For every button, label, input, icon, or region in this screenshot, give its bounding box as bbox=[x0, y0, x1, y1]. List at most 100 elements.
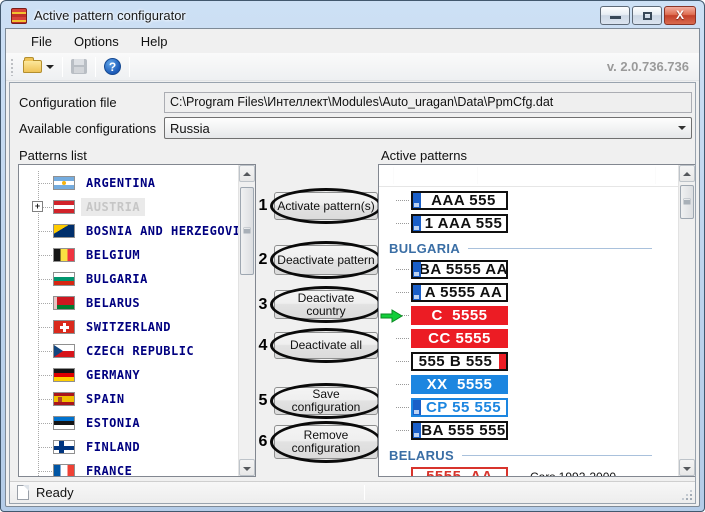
list-column-header[interactable] bbox=[379, 165, 678, 187]
license-plate-pattern[interactable]: 1 AAA 555 bbox=[411, 214, 508, 233]
scrollbar-thumb[interactable] bbox=[240, 187, 254, 275]
country-name: FRANCE bbox=[81, 462, 137, 476]
menu-file[interactable]: File bbox=[20, 31, 63, 52]
available-configurations-label: Available configurations bbox=[19, 121, 156, 136]
scrollbar-thumb[interactable] bbox=[680, 185, 694, 219]
close-icon: X bbox=[665, 7, 695, 24]
close-button[interactable]: X bbox=[664, 6, 696, 25]
window-title: Active pattern configurator bbox=[34, 8, 186, 23]
active-patterns-scrollbar[interactable] bbox=[678, 165, 695, 476]
tree-item-bulgaria[interactable]: BULGARIA bbox=[19, 267, 238, 291]
expand-icon[interactable]: + bbox=[32, 201, 43, 212]
patterns-tree-scrollbar[interactable] bbox=[238, 165, 255, 476]
client-area: FileOptionsHelp ? v. 2.0.736.736 Configu… bbox=[5, 28, 700, 507]
pattern-row-5555-aa[interactable]: 5555 AA Cars 1992-2000 bbox=[379, 467, 678, 476]
scroll-down-button[interactable] bbox=[679, 459, 695, 476]
scroll-down-button[interactable] bbox=[239, 459, 255, 476]
open-configuration-button[interactable] bbox=[20, 55, 57, 79]
license-plate-pattern[interactable]: 5555 AA bbox=[411, 467, 508, 476]
pattern-row-555-b-555[interactable]: 555 B 555 bbox=[379, 352, 678, 371]
tree-stub-line bbox=[396, 384, 409, 385]
arrow-down-icon bbox=[243, 467, 251, 471]
title-bar: Active pattern configurator X bbox=[5, 1, 700, 28]
save-icon bbox=[71, 59, 87, 74]
pattern-row-1-aaa-555[interactable]: 1 AAA 555 bbox=[379, 214, 678, 233]
active-patterns-label: Active patterns bbox=[381, 148, 467, 163]
tree-item-germany[interactable]: GERMANY bbox=[19, 363, 238, 387]
country-group-header-belarus[interactable]: BELARUS bbox=[389, 448, 652, 463]
tree-item-switzerland[interactable]: SWITZERLAND bbox=[19, 315, 238, 339]
pattern-row-a-5555-aa[interactable]: A 5555 AA bbox=[379, 283, 678, 302]
minimize-button[interactable] bbox=[600, 6, 630, 25]
tree-item-belgium[interactable]: BELGIUM bbox=[19, 243, 238, 267]
annotation-number-5: 5 bbox=[254, 392, 272, 410]
license-plate-pattern[interactable]: CP 55 555 bbox=[411, 398, 508, 417]
tree-item-bosnia-and-herzegovina[interactable]: BOSNIA AND HERZEGOVINA bbox=[19, 219, 238, 243]
country-name: ESTONIA bbox=[81, 414, 145, 432]
pattern-row-ba-5555-aa[interactable]: BA 5555 AA bbox=[379, 260, 678, 279]
license-plate-pattern[interactable]: BA 5555 AA bbox=[411, 260, 508, 279]
argentina-flag-icon bbox=[53, 176, 75, 190]
maximize-button[interactable] bbox=[632, 6, 662, 25]
status-document-icon bbox=[17, 485, 29, 500]
deactivate-all-button[interactable]: Deactivate all bbox=[274, 332, 378, 359]
column-separator bbox=[477, 167, 478, 184]
pattern-row-xx-5555[interactable]: XX 5555 bbox=[379, 375, 678, 394]
configuration-file-label: Configuration file bbox=[19, 95, 117, 110]
deactivate-pattern-button[interactable]: Deactivate pattern bbox=[274, 245, 378, 275]
column-separator bbox=[393, 167, 394, 184]
country-name: ARGENTINA bbox=[81, 174, 161, 192]
tree-item-austria[interactable]: +AUSTRIA bbox=[19, 195, 238, 219]
status-text: Ready bbox=[36, 485, 74, 500]
license-plate-pattern[interactable]: C 5555 bbox=[411, 306, 508, 325]
deactivate-country-button[interactable]: Deactivate country bbox=[274, 290, 378, 319]
license-plate-pattern[interactable]: A 5555 AA bbox=[411, 283, 508, 302]
tree-item-finland[interactable]: FINLAND bbox=[19, 435, 238, 459]
pattern-row-cp-55-555[interactable]: CP 55 555 bbox=[379, 398, 678, 417]
help-button[interactable]: ? bbox=[101, 55, 124, 79]
pattern-row-aaa-555[interactable]: AAA 555 bbox=[379, 191, 678, 210]
configuration-file-field[interactable]: C:\Program Files\Интеллект\Modules\Auto_… bbox=[164, 92, 692, 113]
country-name: BULGARIA bbox=[81, 270, 153, 288]
pattern-description: Cars 1992-2000 bbox=[530, 470, 616, 477]
pattern-row-cc-5555[interactable]: CC 5555 bbox=[379, 329, 678, 348]
country-group-header-bulgaria[interactable]: BULGARIA bbox=[389, 241, 652, 256]
country-group-name: BELARUS bbox=[389, 448, 454, 463]
tree-item-czech-republic[interactable]: CZECH REPUBLIC bbox=[19, 339, 238, 363]
tree-stub-line bbox=[396, 269, 409, 270]
remove-configuration-button[interactable]: Remove configuration bbox=[274, 425, 378, 459]
menu-options[interactable]: Options bbox=[63, 31, 130, 52]
tree-item-france[interactable]: FRANCE bbox=[19, 459, 238, 476]
tree-item-estonia[interactable]: ESTONIA bbox=[19, 411, 238, 435]
estonia-flag-icon bbox=[53, 416, 75, 430]
license-plate-pattern[interactable]: AAA 555 bbox=[411, 191, 508, 210]
arrow-up-icon bbox=[243, 172, 251, 176]
toolbar-separator bbox=[129, 57, 130, 77]
country-name: BOSNIA AND HERZEGOVINA bbox=[81, 222, 238, 240]
license-plate-pattern[interactable]: 555 B 555 bbox=[411, 352, 508, 371]
country-name: BELARUS bbox=[81, 294, 145, 312]
tree-item-argentina[interactable]: ARGENTINA bbox=[19, 171, 238, 195]
available-configurations-dropdown[interactable]: Russia bbox=[164, 117, 692, 139]
resize-grip-icon[interactable] bbox=[681, 489, 693, 501]
activate-pattern-s-button[interactable]: Activate pattern(s) bbox=[274, 192, 378, 220]
annotation-number-1: 1 bbox=[254, 197, 272, 215]
menu-help[interactable]: Help bbox=[130, 31, 179, 52]
pattern-row-ba-555-555[interactable]: BA 555 555 bbox=[379, 421, 678, 440]
selection-arrow-icon bbox=[380, 309, 404, 323]
save-button[interactable] bbox=[68, 55, 90, 79]
license-plate-pattern[interactable]: CC 5555 bbox=[411, 329, 508, 348]
license-plate-pattern[interactable]: BA 555 555 bbox=[411, 421, 508, 440]
tree-item-belarus[interactable]: BELARUS bbox=[19, 291, 238, 315]
license-plate-pattern[interactable]: XX 5555 bbox=[411, 375, 508, 394]
scroll-up-button[interactable] bbox=[679, 165, 695, 182]
pattern-row-c-5555[interactable]: C 5555 bbox=[379, 306, 678, 325]
toolbar-separator bbox=[95, 57, 96, 77]
scroll-up-button[interactable] bbox=[239, 165, 255, 182]
tree-item-spain[interactable]: SPAIN bbox=[19, 387, 238, 411]
status-separator bbox=[364, 485, 365, 500]
save-configuration-button[interactable]: Save configuration bbox=[274, 387, 378, 415]
toolbar-separator bbox=[62, 57, 63, 77]
switzerland-flag-icon bbox=[53, 320, 75, 334]
germany-flag-icon bbox=[53, 368, 75, 382]
